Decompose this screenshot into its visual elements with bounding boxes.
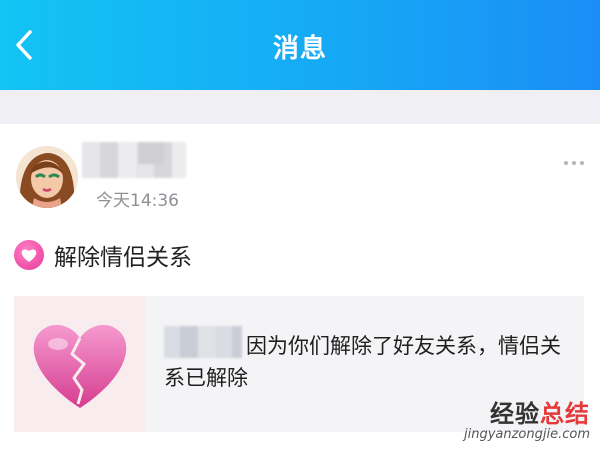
avatar-image <box>16 146 78 208</box>
watermark: 经验总结 jingyanzongjie.com <box>464 394 590 442</box>
message-text: 因为你们解除了好友关系，情侣关系已解除 <box>164 334 561 390</box>
more-dot <box>572 161 576 165</box>
broken-heart-image <box>33 324 127 408</box>
app-header: 消息 <box>0 0 600 90</box>
notification-card: 今天14:36 解除情侣关系 因为你们解除了好友关系，情侣关系已解除 经验总结 … <box>0 124 600 450</box>
post-time: 今天14:36 <box>96 191 179 211</box>
watermark-part2: 总结 <box>540 400 590 428</box>
more-dots-icon <box>564 161 568 165</box>
avatar[interactable] <box>16 146 78 208</box>
watermark-url: jingyanzongjie.com <box>463 427 590 442</box>
heart-icon <box>14 240 44 270</box>
author-name-redacted <box>82 142 186 178</box>
section-divider <box>0 90 600 124</box>
watermark-logo: 经验总结 <box>464 394 590 429</box>
notice-heading: 解除情侣关系 <box>14 238 192 272</box>
watermark-part1: 经验 <box>490 400 540 428</box>
heart-glyph <box>21 249 37 262</box>
more-dot <box>580 161 584 165</box>
broken-heart-icon <box>14 296 146 432</box>
page-title: 消息 <box>272 34 327 64</box>
notice-title: 解除情侣关系 <box>54 245 192 271</box>
more-options-button[interactable] <box>564 158 586 168</box>
